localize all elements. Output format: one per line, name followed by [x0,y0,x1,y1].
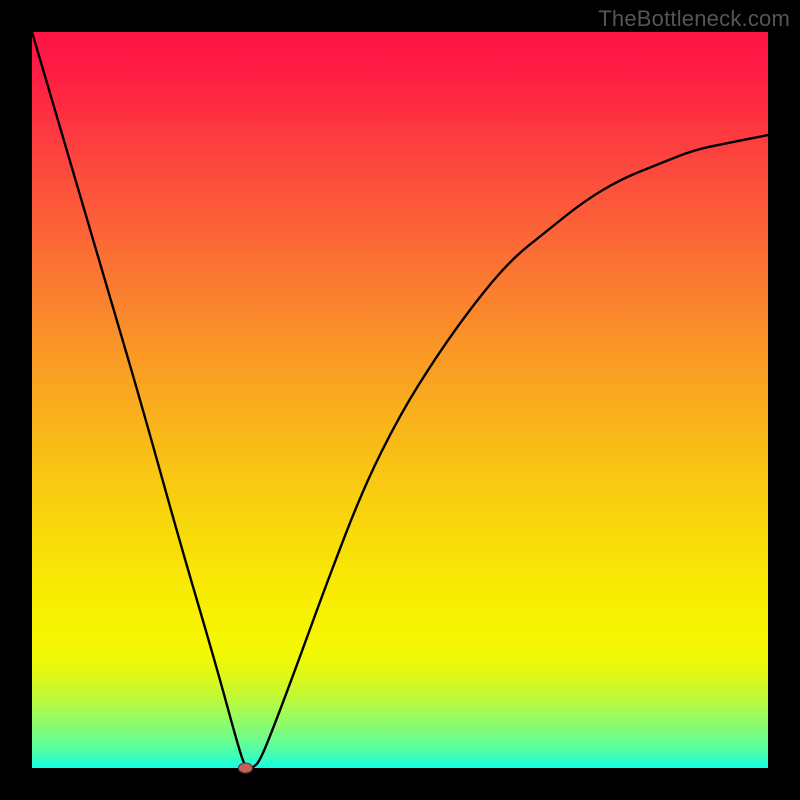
plot-area [32,32,768,768]
chart-frame: TheBottleneck.com [0,0,800,800]
bottleneck-curve [32,32,768,768]
minimum-marker [238,763,252,773]
watermark-text: TheBottleneck.com [598,6,790,32]
bottleneck-curve-svg [32,32,768,768]
